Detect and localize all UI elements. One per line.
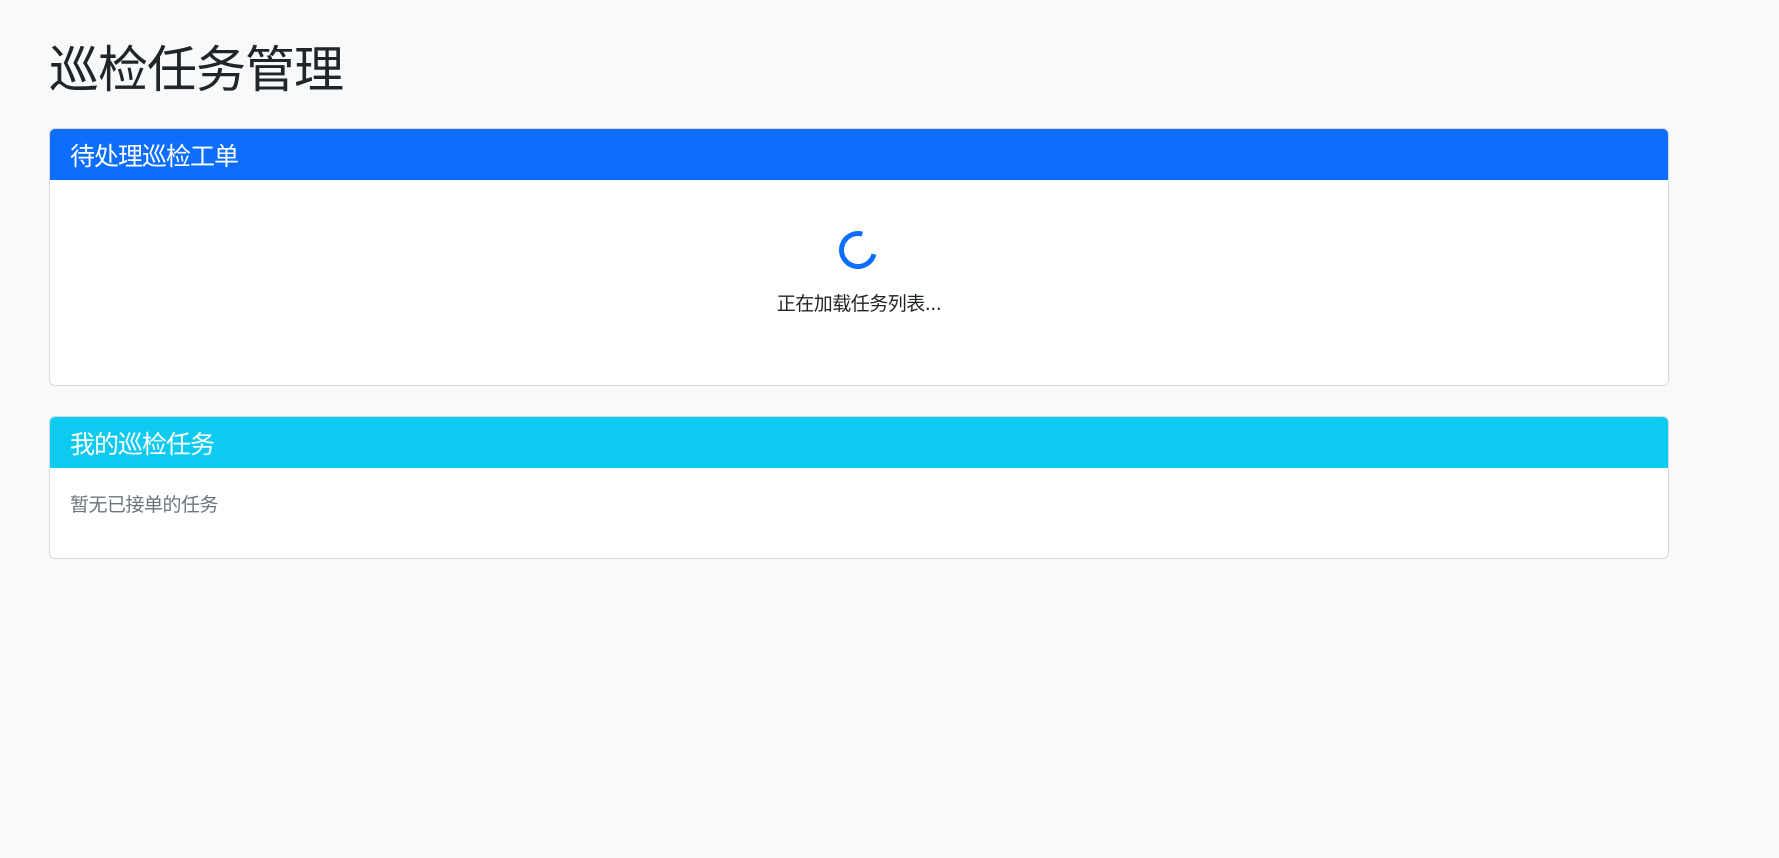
loading-text: 正在加载任务列表... [776, 293, 942, 315]
pending-tasks-body: 正在加载任务列表... [50, 180, 1668, 385]
page-title: 巡检任务管理 [49, 41, 344, 99]
my-tasks-header: 我的巡检任务 [50, 417, 1668, 468]
pending-tasks-header: 待处理巡检工单 [50, 129, 1668, 180]
pending-tasks-card: 待处理巡检工单 正在加载任务列表... [49, 128, 1669, 386]
my-tasks-body: 暂无已接单的任务 [50, 468, 1668, 558]
my-tasks-card: 我的巡检任务 暂无已接单的任务 [49, 416, 1669, 559]
loading-spinner-icon [832, 224, 884, 276]
empty-state-text: 暂无已接单的任务 [70, 494, 219, 516]
